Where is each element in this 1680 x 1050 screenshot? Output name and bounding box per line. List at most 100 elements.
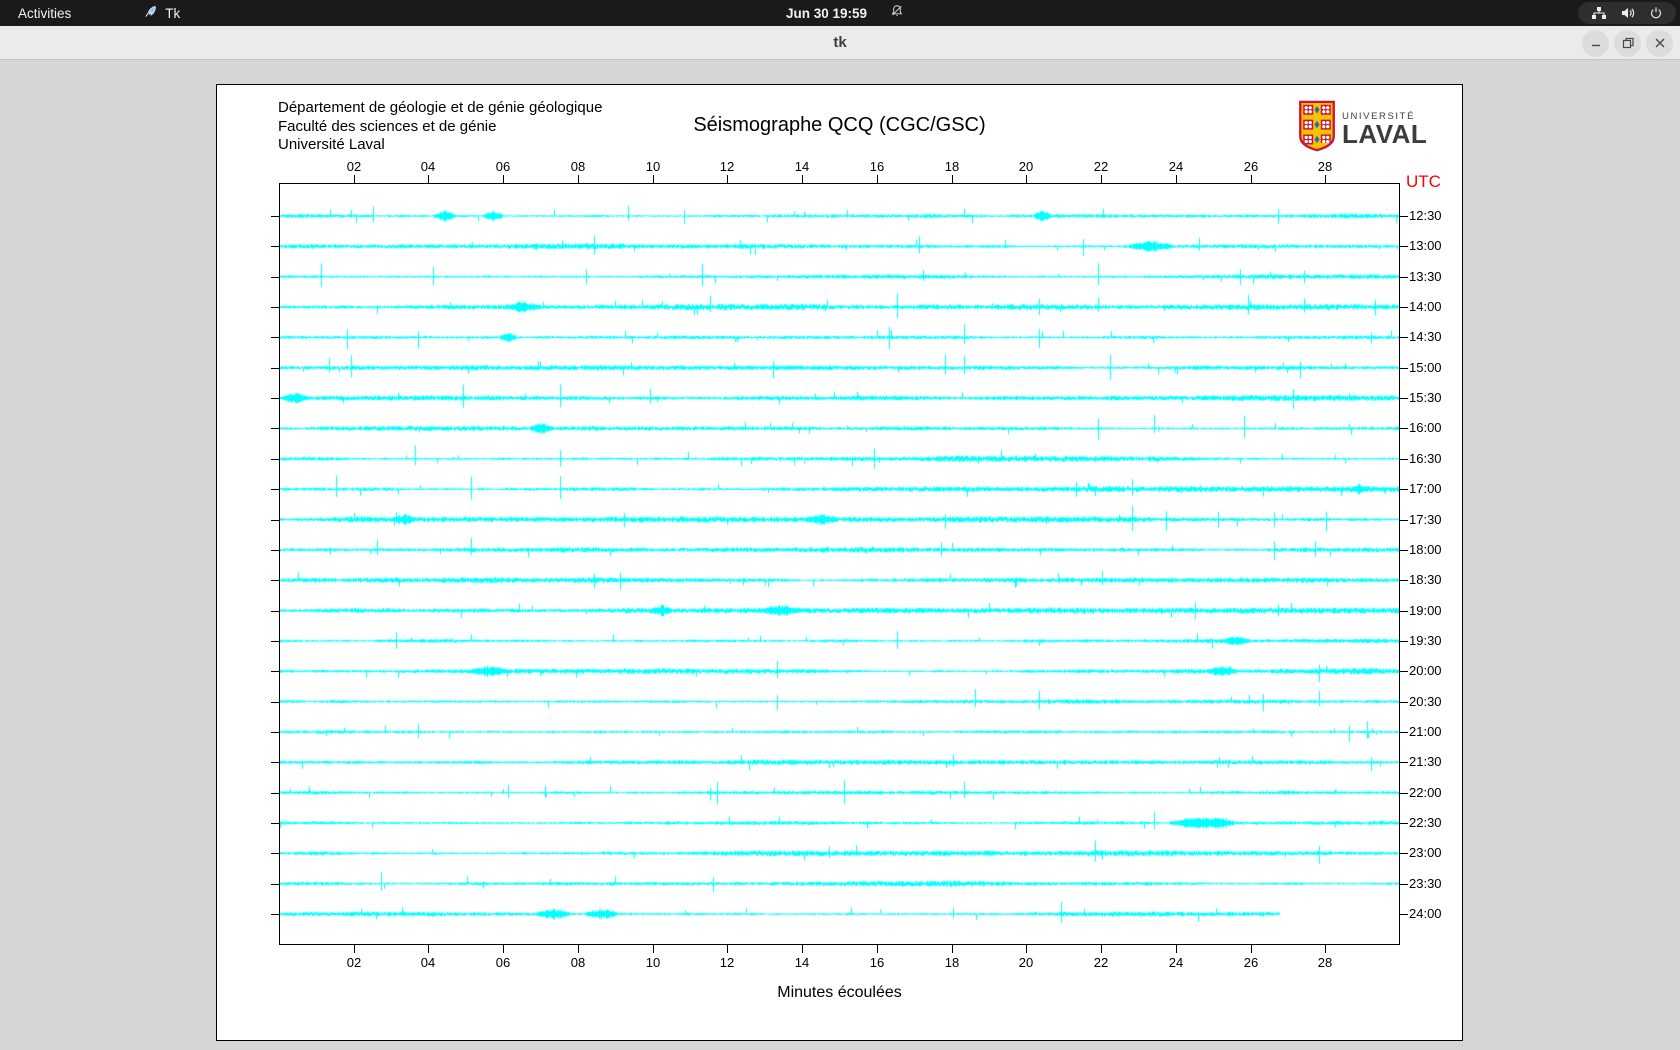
utc-time-label: 22:00 bbox=[1409, 785, 1442, 800]
trace-tick-right bbox=[1400, 550, 1408, 551]
trace-tick-left bbox=[271, 398, 279, 399]
trace-tick-right bbox=[1400, 702, 1408, 703]
trace-tick-left bbox=[271, 368, 279, 369]
trace-tick-left bbox=[271, 732, 279, 733]
x-tick-bottom bbox=[1251, 945, 1252, 953]
trace-tick-left bbox=[271, 793, 279, 794]
x-tick-label-bottom: 28 bbox=[1317, 955, 1333, 970]
universite-laval-logo: UNIVERSITÉ LAVAL bbox=[1299, 100, 1427, 157]
x-tick-label-bottom: 24 bbox=[1168, 955, 1184, 970]
volume-icon bbox=[1620, 6, 1636, 20]
utc-time-label: 20:30 bbox=[1409, 694, 1442, 709]
utc-time-label: 17:00 bbox=[1409, 481, 1442, 496]
x-tick-top bbox=[1026, 175, 1027, 183]
window-titlebar[interactable]: tk bbox=[0, 26, 1680, 60]
trace-tick-right bbox=[1400, 307, 1408, 308]
network-wired-icon bbox=[1591, 6, 1607, 20]
x-tick-label-bottom: 14 bbox=[794, 955, 810, 970]
utc-time-label: 15:30 bbox=[1409, 390, 1442, 405]
x-tick-label-bottom: 18 bbox=[944, 955, 960, 970]
utc-label: UTC bbox=[1406, 172, 1441, 191]
trace-tick-left bbox=[271, 459, 279, 460]
trace-tick-right bbox=[1400, 489, 1408, 490]
clock-button[interactable]: Jun 30 19:59 bbox=[776, 0, 877, 26]
x-tick-label-bottom: 12 bbox=[719, 955, 735, 970]
trace-tick-right bbox=[1400, 762, 1408, 763]
x-tick-label-bottom: 16 bbox=[869, 955, 885, 970]
trace-tick-left bbox=[271, 671, 279, 672]
trace-tick-left bbox=[271, 853, 279, 854]
trace-tick-left bbox=[271, 428, 279, 429]
tk-feather-icon bbox=[143, 4, 158, 22]
utc-time-label: 16:30 bbox=[1409, 451, 1442, 466]
utc-time-label: 24:00 bbox=[1409, 906, 1442, 921]
trace-tick-left bbox=[271, 550, 279, 551]
trace-tick-right bbox=[1400, 641, 1408, 642]
trace-tick-right bbox=[1400, 580, 1408, 581]
trace-tick-right bbox=[1400, 459, 1408, 460]
x-tick-label-bottom: 26 bbox=[1243, 955, 1259, 970]
utc-time-label: 12:30 bbox=[1409, 208, 1442, 223]
utc-time-label: 21:30 bbox=[1409, 754, 1442, 769]
x-tick-label-top: 22 bbox=[1093, 159, 1109, 174]
close-button[interactable] bbox=[1646, 29, 1673, 57]
notifications-muted-bell-icon bbox=[890, 4, 904, 23]
trace-tick-right bbox=[1400, 277, 1408, 278]
x-tick-top bbox=[1251, 175, 1252, 183]
x-axis-title: Minutes écoulées bbox=[777, 984, 902, 1001]
utc-time-label: 19:30 bbox=[1409, 633, 1442, 648]
x-tick-label-top: 08 bbox=[570, 159, 586, 174]
trace-tick-left bbox=[271, 611, 279, 612]
trace-tick-left bbox=[271, 762, 279, 763]
trace-tick-right bbox=[1400, 884, 1408, 885]
x-tick-label-bottom: 08 bbox=[570, 955, 586, 970]
utc-time-label: 13:30 bbox=[1409, 269, 1442, 284]
x-tick-top bbox=[1176, 175, 1177, 183]
trace-tick-left bbox=[271, 641, 279, 642]
utc-time-label: 19:00 bbox=[1409, 603, 1442, 618]
laval-shield-icon bbox=[1299, 100, 1335, 157]
x-tick-top bbox=[877, 175, 878, 183]
x-tick-label-bottom: 06 bbox=[495, 955, 511, 970]
trace-tick-left bbox=[271, 580, 279, 581]
x-tick-bottom bbox=[1101, 945, 1102, 953]
x-tick-label-top: 06 bbox=[495, 159, 511, 174]
x-tick-top bbox=[578, 175, 579, 183]
x-tick-label-top: 20 bbox=[1018, 159, 1034, 174]
institution-line: Université Laval bbox=[278, 136, 385, 153]
trace-tick-right bbox=[1400, 428, 1408, 429]
seismograph-page: Département de géologie et de génie géol… bbox=[216, 84, 1463, 1041]
x-tick-label-top: 02 bbox=[346, 159, 362, 174]
x-tick-top bbox=[503, 175, 504, 183]
trace-tick-left bbox=[271, 337, 279, 338]
trace-tick-right bbox=[1400, 520, 1408, 521]
x-tick-bottom bbox=[877, 945, 878, 953]
utc-time-label: 18:00 bbox=[1409, 542, 1442, 557]
laval-wordmark: UNIVERSITÉ LAVAL bbox=[1342, 111, 1428, 149]
logo-laval-text: LAVAL bbox=[1342, 119, 1428, 149]
x-tick-bottom bbox=[1176, 945, 1177, 953]
app-menu-tk[interactable]: Tk bbox=[133, 0, 190, 26]
system-tray[interactable] bbox=[1578, 2, 1676, 24]
utc-time-label: 18:30 bbox=[1409, 572, 1442, 587]
x-tick-bottom bbox=[354, 945, 355, 953]
plot-frame bbox=[279, 183, 1400, 945]
trace-tick-left bbox=[271, 307, 279, 308]
x-tick-label-bottom: 10 bbox=[645, 955, 661, 970]
x-tick-label-top: 24 bbox=[1168, 159, 1184, 174]
maximize-button[interactable] bbox=[1614, 29, 1641, 57]
x-tick-bottom bbox=[428, 945, 429, 953]
x-tick-label-top: 18 bbox=[944, 159, 960, 174]
utc-time-label: 13:00 bbox=[1409, 238, 1442, 253]
trace-tick-right bbox=[1400, 337, 1408, 338]
activities-button[interactable]: Activities bbox=[8, 0, 81, 26]
x-tick-bottom bbox=[1325, 945, 1326, 953]
minimize-button[interactable] bbox=[1582, 29, 1609, 57]
seismograph-title: Séismographe QCQ (CGC/GSC) bbox=[693, 114, 986, 136]
x-tick-label-bottom: 22 bbox=[1093, 955, 1109, 970]
x-tick-bottom bbox=[503, 945, 504, 953]
trace-tick-right bbox=[1400, 793, 1408, 794]
x-tick-top bbox=[952, 175, 953, 183]
window-title: tk bbox=[833, 34, 847, 51]
trace-tick-right bbox=[1400, 732, 1408, 733]
